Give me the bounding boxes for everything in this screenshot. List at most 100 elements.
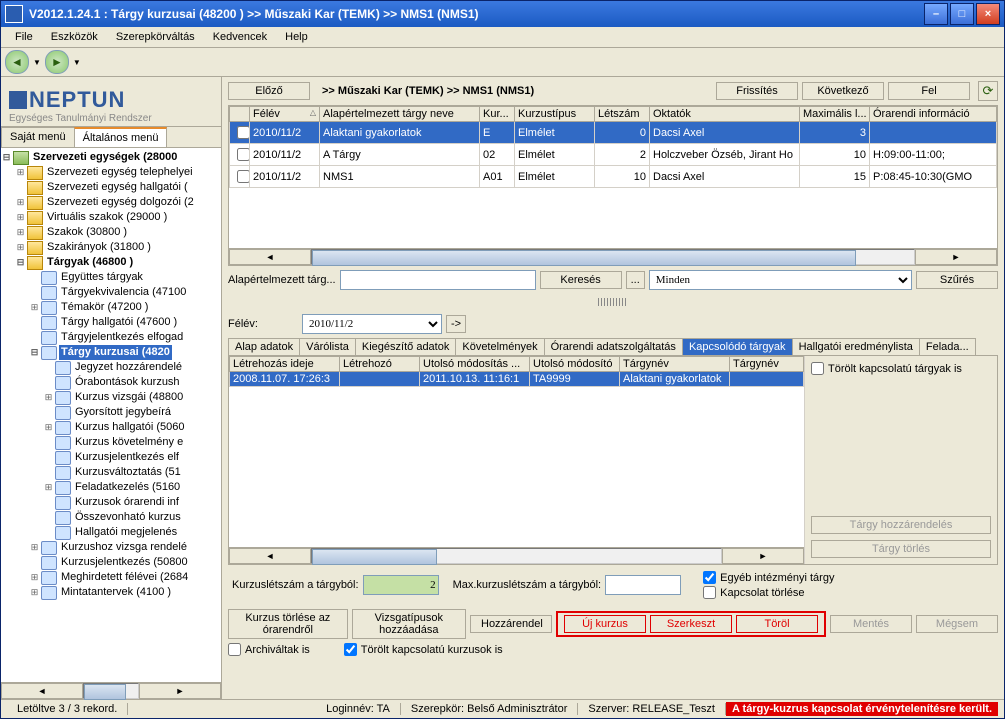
tree-root[interactable]: Szervezeti egységek (28000	[31, 150, 179, 165]
tree-expand-icon[interactable]: ⊞	[29, 585, 40, 600]
refresh-button[interactable]: Frissítés	[716, 82, 798, 100]
tree-item[interactable]: Szervezeti egység hallgatói (	[45, 180, 190, 195]
scroll-thumb[interactable]	[84, 684, 126, 700]
tree-expand-icon[interactable]: ⊞	[29, 300, 40, 315]
tree-item[interactable]: Szakirányok (31800 )	[45, 240, 153, 255]
deleted-checkbox-label[interactable]: Törölt kapcsolatú tárgyak is	[811, 362, 991, 375]
tree-expand-icon[interactable]: ⊞	[29, 540, 40, 555]
scroll-right-button[interactable]: ►	[915, 249, 997, 265]
other-inst-checkbox[interactable]	[703, 571, 716, 584]
col-tip[interactable]: Kurzustípus	[515, 107, 595, 122]
menu-file[interactable]: File	[7, 29, 41, 45]
col-okt[interactable]: Oktatók	[650, 107, 800, 122]
tree-expand-icon[interactable]: ⊞	[15, 240, 26, 255]
tree-collapse-icon[interactable]: ⊟	[29, 345, 40, 360]
table-row[interactable]: 2010/11/2NMS1 A01Elmélet 10Dacsi Axel 15…	[230, 166, 997, 188]
delete-schedule-button[interactable]: Kurzus törlése az órarendről	[228, 609, 348, 639]
up-button[interactable]: Fel	[888, 82, 970, 100]
table-row[interactable]: 2010/11/2A Tárgy 02Elmélet 2Holczveber Ö…	[230, 144, 997, 166]
col-let[interactable]: Létszám	[595, 107, 650, 122]
col-ora[interactable]: Órarendi információ	[870, 107, 997, 122]
scroll-left-button[interactable]: ◄	[229, 548, 311, 564]
tree-item[interactable]: Szervezeti egység telephelyei	[45, 165, 195, 180]
tree-view[interactable]: ⊟ Szervezeti egységek (28000 ⊞ Szervezeti …	[1, 148, 221, 682]
tree-item[interactable]: Kurzusok órarendi inf	[73, 495, 181, 510]
delete-subject-button[interactable]: Tárgy törlés	[811, 540, 991, 558]
close-button[interactable]: ×	[976, 3, 1000, 25]
archived-checkbox[interactable]	[228, 643, 241, 656]
tree-item[interactable]: Feladatkezelés (5160	[73, 480, 182, 495]
maximize-button[interactable]: □	[950, 3, 974, 25]
menu-role[interactable]: Szerepkörváltás	[108, 29, 203, 45]
col-checkbox[interactable]	[230, 107, 250, 122]
max-input[interactable]	[605, 575, 681, 595]
tab-hallgatoi[interactable]: Hallgatói eredménylista	[792, 338, 920, 355]
tree-expand-icon[interactable]: ⊞	[43, 420, 54, 435]
col-max[interactable]: Maximális l...	[800, 107, 870, 122]
col-nev[interactable]: Alapértelmezett tárgy neve	[320, 107, 480, 122]
tree-item[interactable]: Tárgyjelentkezés elfogad	[59, 330, 185, 345]
assign-button[interactable]: Hozzárendel	[470, 615, 552, 633]
tree-item[interactable]: Tárgy hallgatói (47600 )	[59, 315, 179, 330]
delete-link-checkbox[interactable]	[703, 586, 716, 599]
save-button[interactable]: Mentés	[830, 615, 912, 633]
tree-item[interactable]: Témakör (47200 )	[59, 300, 150, 315]
search-button[interactable]: Keresés	[540, 271, 622, 289]
filter-button[interactable]: Szűrés	[916, 271, 998, 289]
tree-expand-icon[interactable]: ⊞	[15, 225, 26, 240]
tree-item[interactable]: Tárgyak (46800 )	[45, 255, 135, 270]
tree-item-selected[interactable]: Tárgy kurzusai (4820	[59, 345, 172, 360]
scroll-thumb[interactable]	[312, 250, 856, 266]
tree-item[interactable]: Kurzushoz vizsga rendelé	[59, 540, 189, 555]
tree-item[interactable]: Kurzus követelmény e	[73, 435, 185, 450]
tree-item[interactable]: Kurzusjelentkezés (50800	[59, 555, 190, 570]
count-input[interactable]	[363, 575, 439, 595]
tree-item[interactable]: Kurzus hallgatói (5060	[73, 420, 186, 435]
row-checkbox[interactable]	[237, 126, 250, 139]
tree-item[interactable]: Hallgatói megjelenés	[73, 525, 179, 540]
tree-item[interactable]: Kurzusváltoztatás (51	[73, 465, 183, 480]
tree-expand-icon[interactable]: ⊞	[15, 165, 26, 180]
col-subject[interactable]: Tárgynév	[620, 357, 730, 372]
deleted-courses-checkbox[interactable]	[344, 643, 357, 656]
tree-item[interactable]: Meghirdetett félévei (2684	[59, 570, 190, 585]
tab-orarendi[interactable]: Órarendi adatszolgáltatás	[544, 338, 683, 355]
hscrollbar[interactable]	[83, 683, 139, 699]
table-row[interactable]: 2010/11/2Alaktani gyakorlatok EElmélet 0…	[230, 122, 997, 144]
assign-subject-button[interactable]: Tárgy hozzárendelés	[811, 516, 991, 534]
edit-button[interactable]: Szerkeszt	[650, 615, 732, 633]
tree-collapse-icon[interactable]: ⊟	[15, 255, 26, 270]
felev-go-button[interactable]: ->	[446, 315, 466, 333]
tree-expand-icon[interactable]: ⊞	[15, 210, 26, 225]
scroll-left-button[interactable]: ◄	[229, 249, 311, 265]
new-course-button[interactable]: Új kurzus	[564, 615, 646, 633]
prev-button[interactable]: Előző	[228, 82, 310, 100]
felev-select[interactable]: 2010/11/2	[302, 314, 442, 334]
tree-item[interactable]: Tárgyekvivalencia (47100	[59, 285, 188, 300]
scroll-left-button[interactable]: ◄	[1, 683, 83, 699]
delete-button[interactable]: Töröl	[736, 615, 818, 633]
menu-tools[interactable]: Eszközök	[43, 29, 106, 45]
tree-item[interactable]: Órabontások kurzush	[73, 375, 182, 390]
tree-item[interactable]: Virtuális szakok (29000 )	[45, 210, 169, 225]
related-grid[interactable]: Létrehozás ideje Létrehozó Utolsó módosí…	[229, 356, 804, 564]
tree-expand-icon[interactable]: ⊞	[43, 390, 54, 405]
tab-kovet[interactable]: Követelmények	[455, 338, 544, 355]
nav-back-dropdown[interactable]: ▼	[33, 58, 41, 67]
col-felev[interactable]: Félév△	[250, 107, 320, 122]
courses-grid[interactable]: Félév△ Alapértelmezett tárgy neve Kur...…	[228, 105, 998, 266]
menu-fav[interactable]: Kedvencek	[205, 29, 275, 45]
col-kur[interactable]: Kur...	[480, 107, 515, 122]
nav-forward-button[interactable]: ►	[45, 50, 69, 74]
table-row[interactable]: 2008.11.07. 17:26:3 2011.10.13. 11:16:1 …	[230, 372, 804, 387]
row-checkbox[interactable]	[237, 148, 250, 161]
cancel-button[interactable]: Mégsem	[916, 615, 998, 633]
nav-fwd-dropdown[interactable]: ▼	[73, 58, 81, 67]
tree-item[interactable]: Mintatantervek (4100 )	[59, 585, 173, 600]
tab-general-menu[interactable]: Általános menü	[74, 127, 168, 147]
menu-help[interactable]: Help	[277, 29, 316, 45]
tree-item[interactable]: Összevonható kurzus	[73, 510, 183, 525]
tree-collapse-icon[interactable]: ⊟	[1, 150, 12, 165]
tree-item[interactable]: Szakok (30800 )	[45, 225, 129, 240]
tab-own-menu[interactable]: Saját menü	[1, 127, 75, 147]
